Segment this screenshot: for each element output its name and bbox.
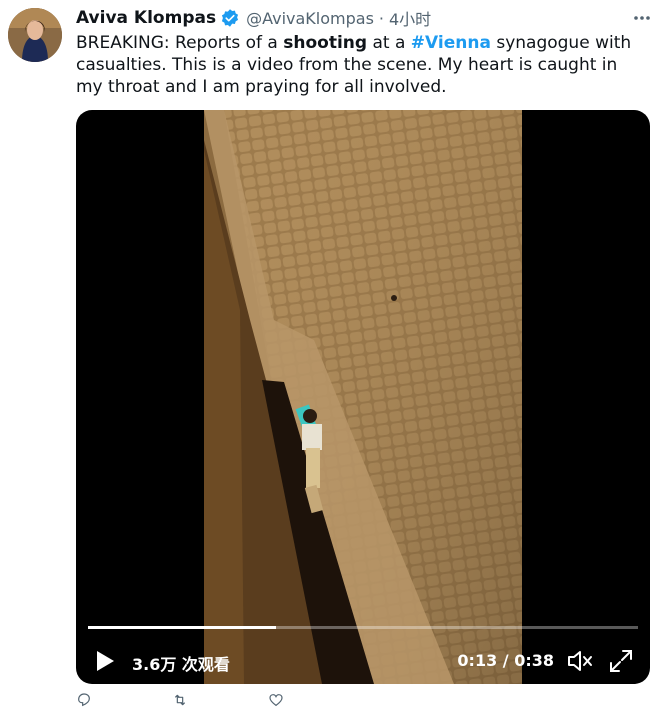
verified-badge-icon bbox=[220, 8, 240, 28]
like-icon bbox=[269, 694, 283, 707]
video-timecode: 0:13 / 0:38 bbox=[457, 651, 554, 670]
tweet: Aviva Klompas @AvivaKlompas · 4小时 BREAKI… bbox=[0, 0, 670, 708]
video-player[interactable]: 3.6万 次观看 0:13 / 0:38 bbox=[76, 110, 650, 684]
retweet-button[interactable] bbox=[172, 692, 188, 708]
header-separator: · bbox=[378, 8, 384, 28]
video-progress-bar[interactable] bbox=[88, 626, 638, 629]
play-icon[interactable] bbox=[94, 650, 116, 672]
retweet-icon bbox=[174, 694, 186, 706]
time-elapsed: 0:13 bbox=[457, 651, 498, 670]
time-total: 0:38 bbox=[514, 651, 554, 670]
view-count: 3.6万 次观看 bbox=[132, 655, 230, 674]
tweet-text-segment: BREAKING: Reports of a bbox=[76, 33, 284, 53]
muted-speaker-icon[interactable] bbox=[566, 648, 594, 674]
reply-button[interactable] bbox=[76, 692, 92, 708]
tweet-time[interactable]: 4小时 bbox=[389, 6, 431, 30]
tweet-text-bold: shooting bbox=[283, 33, 368, 53]
time-separator: / bbox=[497, 651, 515, 670]
hashtag-link[interactable]: #Vienna bbox=[411, 33, 491, 53]
video-progress-fill bbox=[88, 626, 277, 629]
like-button[interactable] bbox=[268, 692, 284, 708]
video-controls: 3.6万 次观看 0:13 / 0:38 bbox=[76, 640, 650, 680]
fullscreen-icon[interactable] bbox=[608, 648, 634, 674]
user-handle[interactable]: @AvivaKlompas bbox=[246, 9, 374, 28]
tweet-text: BREAKING: Reports of a shooting at a #Vi… bbox=[76, 32, 636, 98]
reply-icon bbox=[78, 693, 90, 707]
video-frame bbox=[204, 110, 522, 684]
tweet-header: Aviva Klompas @AvivaKlompas · 4小时 bbox=[76, 6, 630, 30]
display-name[interactable]: Aviva Klompas bbox=[76, 8, 216, 28]
tweet-actions bbox=[76, 692, 596, 708]
tweet-text-segment: at a bbox=[367, 33, 411, 53]
avatar[interactable] bbox=[8, 8, 62, 62]
more-dots-icon[interactable] bbox=[630, 8, 654, 28]
